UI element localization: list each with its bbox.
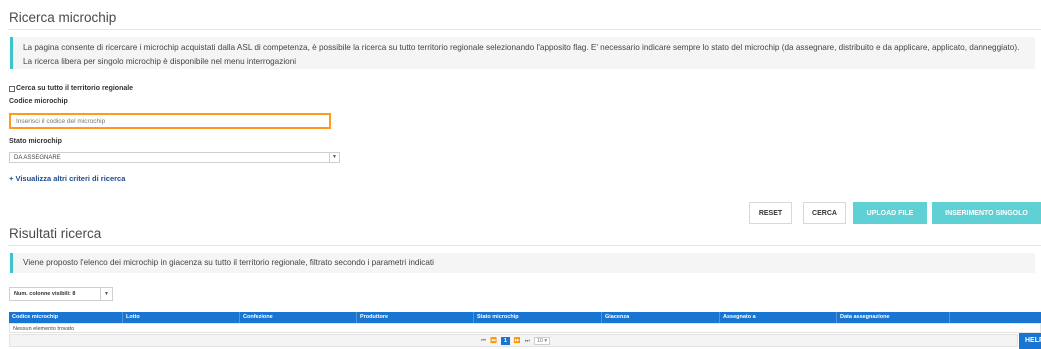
single-insert-button[interactable]: INSERIMENTO SINGOLO	[932, 202, 1041, 224]
more-criteria-link[interactable]: + Visualizza altri criteri di ricerca	[9, 174, 125, 183]
results-divider	[8, 245, 1041, 246]
regional-search-checkbox[interactable]: Cerca su tutto il territorio regionale	[9, 85, 133, 92]
chevron-down-icon[interactable]: ▼	[100, 288, 112, 300]
state-select[interactable]: DA ASSEGNARE ▼	[9, 152, 340, 163]
microchip-code-input[interactable]	[9, 113, 331, 129]
column-header[interactable]: Lotto	[123, 312, 240, 323]
empty-results-row: Nessun elemento trovato	[9, 323, 1041, 333]
column-header[interactable]: Data assegnazione	[837, 312, 950, 323]
chevron-down-icon[interactable]: ▼	[329, 153, 339, 162]
code-label: Codice microchip	[9, 98, 68, 105]
page-size-value: 10	[536, 338, 543, 344]
title-divider	[8, 29, 1041, 30]
column-header[interactable]: Produttore	[357, 312, 474, 323]
column-header[interactable]: Giacenza	[602, 312, 720, 323]
last-page-icon[interactable]: ⏭	[525, 338, 530, 345]
column-header[interactable]: Codice microchip	[9, 312, 123, 323]
results-table-header: Codice microchip Lotto Confezione Produt…	[9, 312, 1041, 323]
column-header	[950, 312, 1041, 323]
visible-columns-value: Num. colonne visibili: 8	[14, 291, 76, 297]
page-size-select[interactable]: 10 ▾	[533, 337, 551, 345]
upload-file-button[interactable]: UPLOAD FILE	[853, 202, 927, 224]
table-pager: ⏮ ⏪ 1 ⏩ ⏭ 10 ▾	[9, 334, 1018, 347]
regional-search-label: Cerca su tutto il territorio regionale	[16, 85, 134, 92]
state-select-value: DA ASSEGNARE	[14, 155, 61, 161]
reset-button[interactable]: RESET	[749, 202, 792, 224]
state-label: Stato microchip	[9, 138, 62, 145]
first-page-icon[interactable]: ⏮	[481, 338, 486, 345]
checkbox-icon[interactable]	[9, 85, 15, 92]
prev-page-icon[interactable]: ⏪	[490, 338, 497, 344]
column-header[interactable]: Assegnato a	[720, 312, 837, 323]
results-title: Risultati ricerca	[9, 226, 102, 241]
search-button[interactable]: CERCA	[803, 202, 846, 224]
page-title: Ricerca microchip	[9, 10, 117, 25]
column-header[interactable]: Stato microchip	[474, 312, 602, 323]
results-info-box: Viene proposto l'elenco dei microchip in…	[10, 253, 1035, 273]
column-header[interactable]: Confezione	[240, 312, 357, 323]
search-info-box: La pagina consente di ricercare i microc…	[10, 37, 1035, 69]
help-button[interactable]: HELP	[1019, 333, 1041, 349]
current-page[interactable]: 1	[500, 337, 510, 345]
next-page-icon[interactable]: ⏩	[514, 338, 521, 344]
visible-columns-select[interactable]: Num. colonne visibili: 8 ▼	[9, 287, 113, 301]
